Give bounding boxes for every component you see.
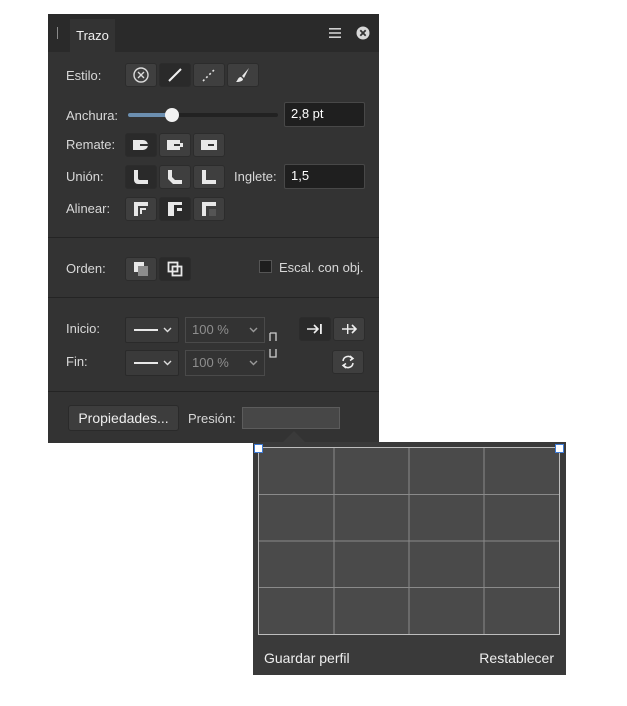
order-front-button[interactable] (159, 257, 191, 281)
arrow-inside-button[interactable] (299, 317, 331, 341)
pressure-popup: Guardar perfil Restablecer (253, 442, 566, 675)
pressure-preview[interactable] (242, 407, 340, 429)
chevron-down-icon (163, 327, 172, 333)
estilo-label: Estilo: (66, 68, 102, 83)
chevron-down-icon (249, 327, 258, 333)
presion-label: Presión: (188, 411, 236, 426)
align-center-icon (168, 202, 182, 216)
anchura-label: Anchura: (66, 108, 119, 123)
align-outside-button[interactable] (193, 197, 225, 221)
divider (48, 297, 379, 298)
order-behind-button[interactable] (125, 257, 157, 281)
swap-arrows-icon (307, 324, 322, 334)
estilo-buttons (125, 63, 259, 87)
cap-square-button[interactable] (193, 133, 225, 157)
panel-tab-bar: Trazo (48, 14, 379, 52)
join-round-button[interactable] (159, 165, 191, 189)
arrow-outside-button[interactable] (333, 317, 365, 341)
escal-checkbox[interactable] (259, 260, 272, 273)
fin-scale-value: 100 % (192, 355, 229, 370)
swap-ends-button[interactable] (332, 350, 364, 374)
inglete-label: Inglete: (234, 169, 277, 184)
inicio-scale-field[interactable]: 100 % (185, 317, 265, 343)
link-icon[interactable] (268, 332, 278, 358)
inicio-label: Inicio: (66, 321, 100, 336)
anchura-input[interactable]: 2,8 pt (284, 102, 365, 127)
stroke-behind-icon (134, 262, 148, 276)
align-center-button[interactable] (159, 197, 191, 221)
miter-join-icon (134, 170, 148, 184)
square-cap-icon (201, 140, 217, 150)
propiedades-button[interactable]: Propiedades... (68, 405, 179, 431)
escal-label: Escal. con obj. (279, 260, 364, 275)
solid-line-icon (168, 68, 182, 82)
inicio-arrowhead-dropdown[interactable] (125, 317, 179, 343)
restablecer-button[interactable]: Restablecer (479, 650, 554, 666)
chevron-down-icon (163, 360, 172, 366)
cycle-icon (341, 355, 355, 369)
cap-round-button[interactable] (159, 133, 191, 157)
round-join-icon (168, 170, 182, 184)
chevron-down-icon (249, 360, 258, 366)
close-icon[interactable] (356, 26, 370, 40)
no-style-icon (133, 67, 149, 83)
fin-scale-field[interactable]: 100 % (185, 350, 265, 376)
fin-label: Fin: (66, 354, 88, 369)
inglete-input[interactable]: 1,5 (284, 164, 365, 189)
round-cap-icon (167, 140, 183, 150)
join-miter-button[interactable] (125, 165, 157, 189)
panel-grip[interactable] (57, 27, 58, 39)
pressure-graph[interactable] (258, 447, 560, 635)
dashed-line-icon (202, 68, 216, 82)
union-label: Unión: (66, 169, 104, 184)
style-none-button[interactable] (125, 63, 157, 87)
curve-start-handle[interactable] (254, 444, 263, 453)
remate-buttons (125, 133, 225, 157)
join-bevel-button[interactable] (193, 165, 225, 189)
alinear-label: Alinear: (66, 201, 111, 216)
orden-buttons (125, 257, 191, 281)
bevel-join-icon (202, 170, 216, 184)
style-dashed-button[interactable] (193, 63, 225, 87)
alinear-buttons (125, 197, 225, 221)
cap-butt-button[interactable] (125, 133, 157, 157)
butt-cap-icon (133, 140, 149, 150)
fin-arrowhead-dropdown[interactable] (125, 350, 179, 376)
inicio-scale-value: 100 % (192, 322, 229, 337)
union-buttons (125, 165, 225, 189)
align-inside-icon (134, 202, 148, 216)
remate-label: Remate: (66, 137, 116, 152)
popup-pointer (283, 431, 305, 442)
guardar-perfil-button[interactable]: Guardar perfil (264, 650, 350, 666)
divider (48, 237, 379, 238)
style-solid-button[interactable] (159, 63, 191, 87)
arrow-right-icon (342, 324, 358, 334)
brush-icon (236, 68, 249, 82)
orden-label: Orden: (66, 261, 106, 276)
anchura-slider-knob[interactable] (165, 108, 179, 122)
menu-icon[interactable] (328, 26, 342, 40)
style-brush-button[interactable] (227, 63, 259, 87)
stroke-panel: Trazo Estilo: Anchura: 2,8 pt Remate: Un… (48, 14, 379, 443)
divider (48, 391, 379, 392)
curve-end-handle[interactable] (555, 444, 564, 453)
tab-trazo[interactable]: Trazo (70, 19, 115, 52)
align-inside-button[interactable] (125, 197, 157, 221)
pressure-grid (259, 448, 559, 634)
arrow-position-buttons (299, 317, 365, 341)
align-outside-icon (202, 202, 216, 216)
line-preview-icon (134, 362, 158, 364)
anchura-slider[interactable] (128, 108, 278, 122)
line-preview-icon (134, 329, 158, 331)
stroke-front-icon (167, 261, 183, 277)
